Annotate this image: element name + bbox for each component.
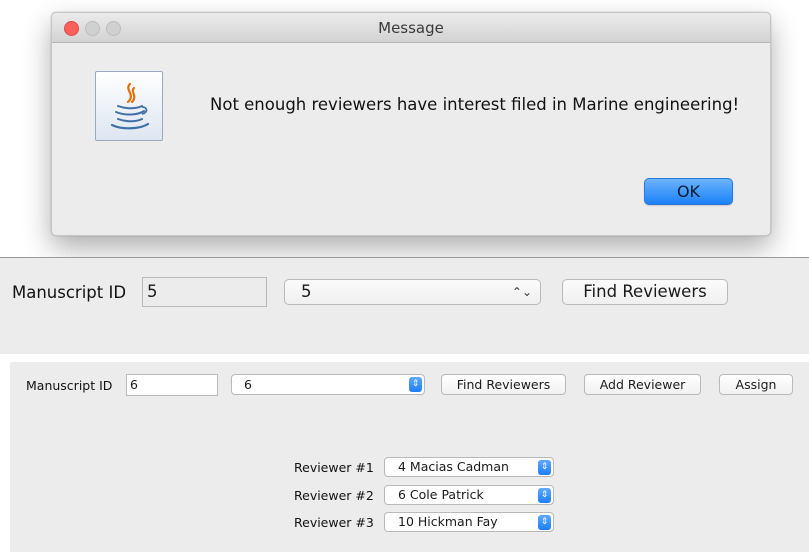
chevron-updown-icon: ⌃⌄ — [511, 285, 532, 299]
chevron-updown-icon: ⇕ — [409, 377, 422, 392]
reviewer-1-label: Reviewer #1 — [294, 460, 374, 475]
reviewer-3-value: 10 Hickman Fay — [398, 514, 498, 529]
ok-button[interactable]: OK — [644, 178, 733, 205]
assign-button[interactable]: Assign — [719, 374, 793, 395]
manuscript-id-field[interactable]: 5 — [142, 277, 267, 307]
manuscript-combo-value: 6 — [244, 377, 252, 392]
chevron-updown-icon: ⇕ — [538, 460, 551, 475]
reviewer-2-select[interactable]: 6 Cole Patrick ⇕ — [384, 485, 554, 505]
reviewer-3-select[interactable]: 10 Hickman Fay ⇕ — [384, 512, 554, 532]
chevron-updown-icon: ⇕ — [538, 515, 551, 530]
dialog-message: Not enough reviewers have interest filed… — [210, 95, 740, 114]
reviewer-1-value: 4 Macias Cadman — [398, 459, 509, 474]
dialog-titlebar[interactable]: Message — [52, 13, 770, 43]
manuscript-id-label: Manuscript ID — [26, 378, 113, 393]
reviewer-2-value: 6 Cole Patrick — [398, 487, 484, 502]
manuscript-combo[interactable]: 6 ⇕ — [231, 374, 425, 395]
find-reviewers-button[interactable]: Find Reviewers — [441, 374, 566, 395]
manuscript-panel-2: Manuscript ID 6 6 ⇕ Find Reviewers Add R… — [10, 362, 809, 552]
find-reviewers-button[interactable]: Find Reviewers — [562, 279, 728, 305]
manuscript-id-label: Manuscript ID — [12, 283, 127, 302]
java-icon — [95, 71, 163, 141]
manuscript-id-field[interactable]: 6 — [126, 374, 218, 396]
dialog-title: Message — [378, 19, 444, 37]
chevron-updown-icon: ⇕ — [538, 488, 551, 503]
add-reviewer-button[interactable]: Add Reviewer — [584, 374, 701, 395]
manuscript-combo[interactable]: 5 ⌃⌄ — [284, 279, 541, 305]
reviewer-1-select[interactable]: 4 Macias Cadman ⇕ — [384, 457, 554, 477]
manuscript-combo-value: 5 — [301, 282, 312, 301]
reviewer-3-label: Reviewer #3 — [294, 515, 374, 530]
reviewer-2-label: Reviewer #2 — [294, 488, 374, 503]
manuscript-panel-1: Manuscript ID 5 5 ⌃⌄ Find Reviewers — [0, 257, 809, 354]
message-dialog: Message Not enough reviewers have intere… — [51, 12, 771, 236]
